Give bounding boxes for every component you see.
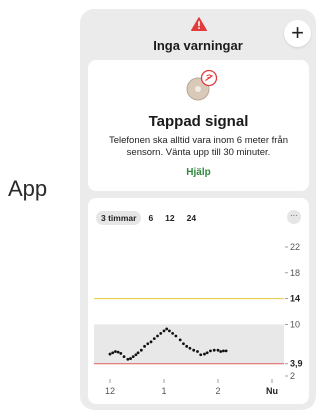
glucose-reading-point — [192, 348, 196, 352]
glucose-reading-point — [188, 346, 192, 350]
glucose-reading-point — [134, 353, 138, 357]
glucose-reading-point — [108, 352, 112, 356]
glucose-reading-point — [162, 329, 166, 333]
glucose-reading-point — [216, 348, 220, 352]
glucose-reading-point — [114, 350, 117, 353]
signal-loss-description: Telefonen ska alltid vara inom 6 meter f… — [108, 135, 288, 158]
glucose-reading-point — [159, 332, 163, 335]
glucose-reading-point — [143, 344, 146, 348]
glucose-reading-point — [139, 348, 143, 352]
glucose-reading-point — [174, 334, 178, 338]
glucose-reading-point — [129, 357, 132, 360]
alert-status-title: Inga varningar — [153, 38, 243, 53]
glucose-reading-point — [165, 327, 169, 331]
glucose-reading-point — [209, 349, 212, 353]
glucose-chart-card: 3 timmar 6 12 24 ··· 22 18 14 10 3,9 2 12 1 2 Nu — [88, 198, 309, 404]
x-tick-label: 2 — [215, 386, 220, 396]
glucose-reading-point — [116, 350, 120, 354]
glucose-reading-point — [212, 348, 216, 352]
glucose-reading-point — [146, 342, 150, 346]
y-tick-label: 2 — [290, 371, 295, 381]
warning-icon — [191, 17, 207, 31]
help-link[interactable]: Hjälp — [88, 167, 309, 178]
glucose-reading-point — [149, 340, 153, 344]
signal-loss-card: Tappad signal Telefonen ska alltid vara … — [88, 60, 309, 191]
glucose-reading-point — [205, 351, 209, 355]
glucose-reading-point — [185, 344, 189, 348]
glucose-reading-point — [119, 352, 123, 355]
signal-loss-title: Tappad signal — [148, 113, 249, 130]
glucose-reading-point — [203, 352, 206, 356]
x-tick-label: Nu — [266, 386, 278, 396]
y-tick-label: 18 — [290, 268, 300, 278]
glucose-reading-point — [136, 351, 140, 355]
glucose-reading-point — [196, 350, 199, 353]
y-tick-label: 22 — [290, 242, 300, 252]
x-tick-label: 12 — [105, 386, 115, 396]
add-button[interactable]: + — [284, 20, 311, 47]
y-tick-label: 10 — [290, 319, 300, 329]
glucose-reading-point — [182, 342, 185, 346]
glucose-reading-point — [171, 332, 175, 335]
glucose-reading-point — [224, 349, 228, 353]
glucose-reading-point — [156, 334, 159, 338]
glucose-reading-point — [178, 338, 182, 342]
glucose-reading-point — [199, 353, 203, 357]
glucose-reading-point — [126, 357, 130, 361]
target-range-band — [94, 324, 284, 364]
glucose-reading-point — [168, 329, 171, 333]
glucose-reading-point — [222, 349, 225, 353]
x-tick-label: 1 — [161, 386, 166, 396]
glucose-reading-point — [219, 350, 223, 353]
glucose-reading-point — [131, 355, 135, 359]
alert-header: Inga varningar + — [80, 9, 316, 59]
sensor-signal-lost-icon — [186, 69, 218, 101]
glucose-reading-point — [152, 337, 156, 340]
glucose-reading-point — [122, 355, 126, 359]
glucose-widget: Inga varningar + Tappad signal Telefonen… — [80, 9, 316, 410]
y-tick-label: 3,9 — [290, 359, 303, 369]
glucose-reading-point — [111, 351, 115, 355]
glucose-chart: 221814103,9212 1 2 Nu — [94, 242, 303, 396]
app-label: App — [8, 176, 48, 201]
y-tick-label: 14 — [290, 294, 300, 304]
